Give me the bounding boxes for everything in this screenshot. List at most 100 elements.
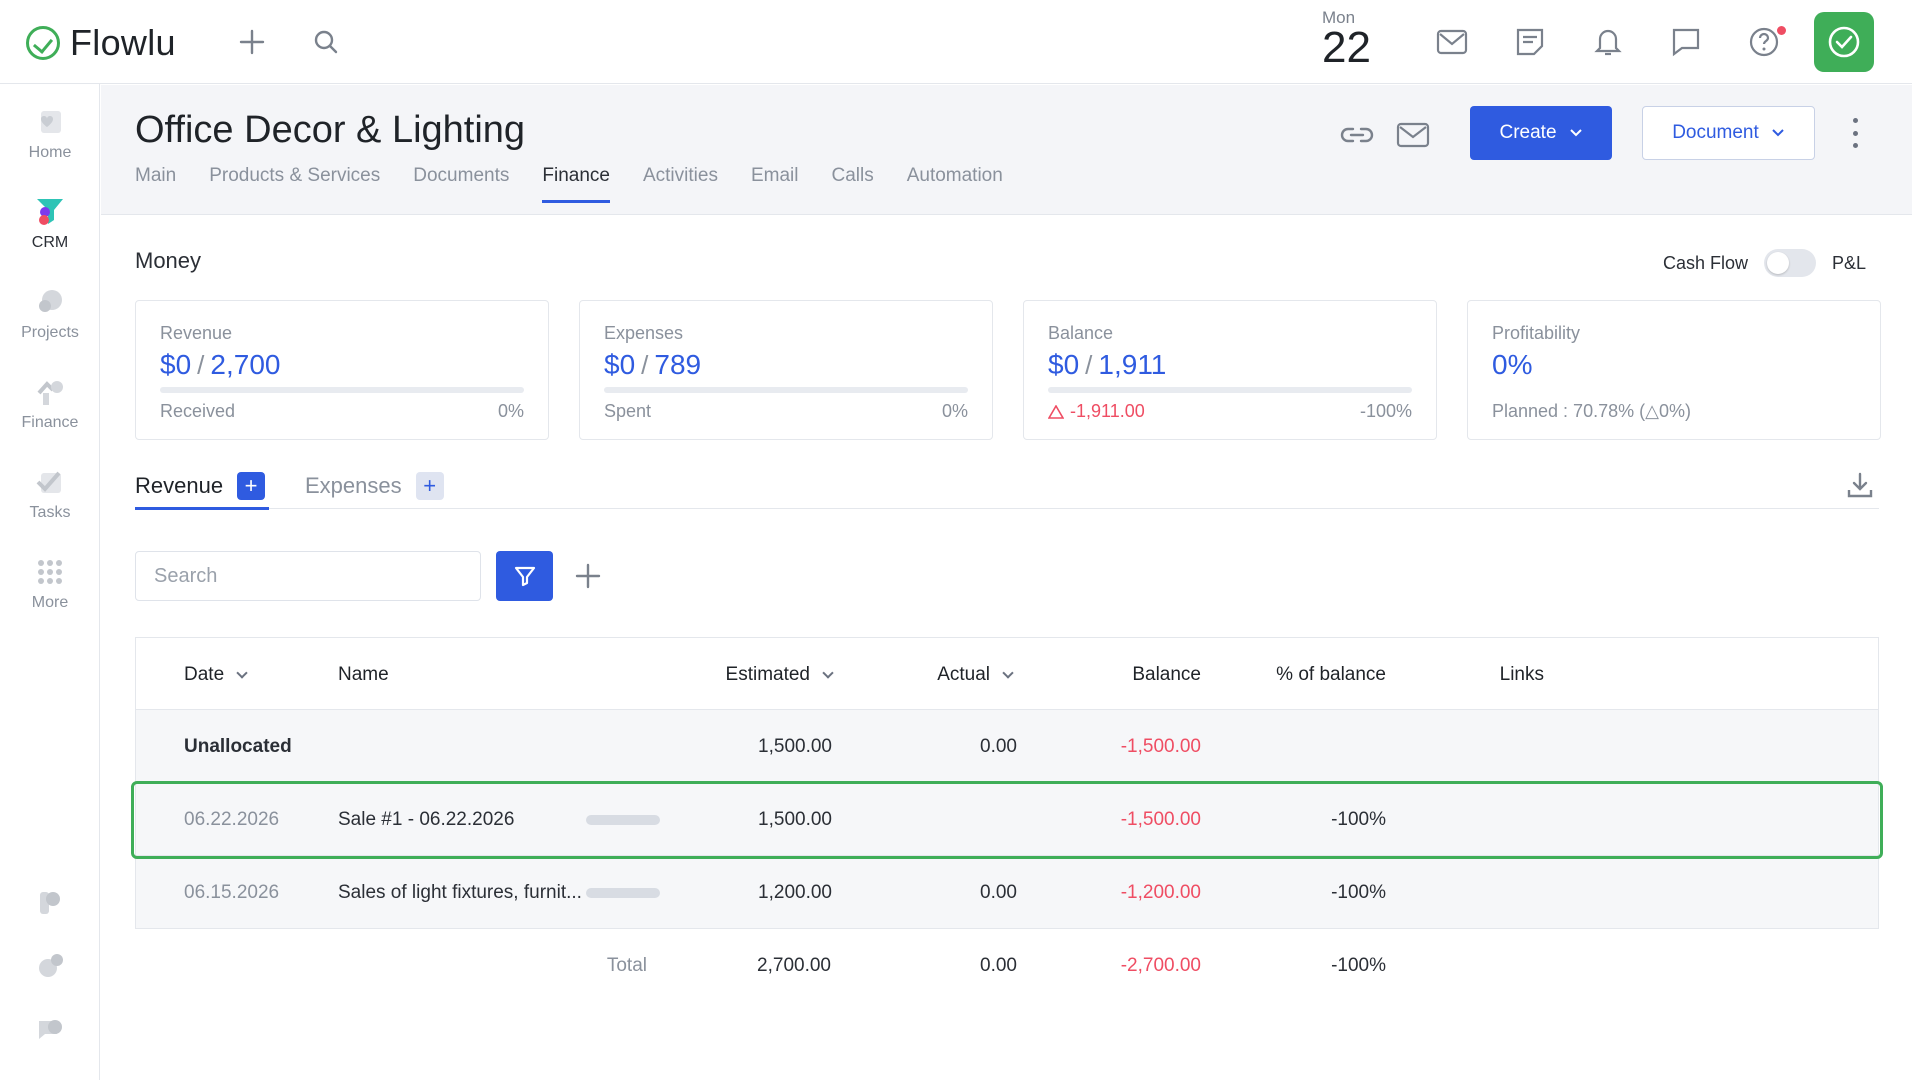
add-row-icon[interactable] (570, 558, 606, 594)
balance-delta: -1,911.00 (1070, 401, 1145, 421)
download-icon[interactable] (1845, 470, 1877, 502)
estimated-value: 1,500.00 (758, 735, 832, 757)
tab-main[interactable]: Main (135, 165, 176, 203)
flowlu-logo[interactable]: Flowlu (26, 22, 176, 64)
brand-name: Flowlu (70, 22, 176, 63)
chevron-down-icon (1569, 129, 1582, 137)
header-label: Balance (1132, 663, 1201, 685)
cashflow-pl-toggle[interactable] (1764, 249, 1817, 277)
percent-balance-value: -100% (1331, 808, 1386, 830)
toggle-label-pl: P&L (1832, 252, 1867, 273)
card-value-planned: 1,911 (1098, 349, 1167, 380)
subtab-expenses[interactable]: Expenses + (305, 469, 444, 509)
card-foot-label: Received (160, 401, 236, 421)
date-number: 22 (1322, 23, 1371, 72)
col-balance: Balance (1036, 638, 1201, 711)
sidebar-item-label: More (31, 594, 69, 611)
row-name[interactable]: Sales of light fixtures, furnit... (338, 856, 582, 929)
support-chat-icon (34, 1014, 66, 1046)
percent-balance-value: -100% (1331, 881, 1386, 903)
document-button[interactable]: Document (1642, 106, 1815, 160)
mail-icon[interactable] (1432, 22, 1472, 62)
sidebar-item-projects[interactable]: Projects (0, 286, 100, 342)
partner-icon (34, 886, 66, 918)
tab-documents[interactable]: Documents (413, 165, 509, 203)
sidebar-item-label: Projects (21, 324, 79, 341)
row-date: 06.22.2026 (184, 808, 280, 830)
finance-subtabs: Revenue + Expenses + (135, 469, 1879, 510)
sidebar-item-finance[interactable]: Finance (0, 376, 100, 432)
col-actual[interactable]: Actual (896, 638, 1014, 711)
card-label: Revenue (160, 323, 233, 343)
search-input[interactable]: Search (135, 551, 481, 601)
create-button-label: Create (1499, 122, 1557, 143)
sidebar-item-label: Home (28, 144, 72, 161)
tasks-icon (34, 466, 66, 498)
add-expense-icon[interactable]: + (415, 472, 444, 500)
actual-value: 0.00 (980, 735, 1017, 757)
table-row[interactable]: 06.22.2026 Sale #1 - 06.22.2026 1,500.00… (135, 783, 1879, 856)
card-foot-percent: 0% (941, 401, 968, 421)
sidebar-item-label: Tasks (29, 504, 71, 521)
sidebar-item-partner[interactable] (0, 886, 100, 924)
notes-icon[interactable] (1510, 22, 1550, 62)
card-label: Expenses (604, 323, 684, 343)
total-label: Total (606, 954, 647, 976)
table-row[interactable]: 06.15.2026 Sales of light fixtures, furn… (135, 856, 1879, 929)
chevron-down-icon (822, 666, 834, 679)
email-icon[interactable] (1391, 113, 1435, 157)
tab-automation[interactable]: Automation (907, 165, 1003, 203)
chat-icon[interactable] (1666, 22, 1706, 62)
notification-dot (1777, 26, 1786, 35)
tab-finance[interactable]: Finance (542, 165, 610, 203)
sidebar-item-crm[interactable]: CRM (0, 196, 100, 252)
card-foot-percent: 0% (497, 401, 524, 421)
filter-button[interactable] (496, 551, 553, 601)
date-widget[interactable]: Mon 22 (1322, 8, 1371, 70)
col-links: Links (1416, 638, 1544, 711)
total-row: Total 2,700.00 0.00 -2,700.00 -100% (135, 929, 1879, 1002)
card-value-actual: $0 (604, 349, 636, 380)
sidebar-item-support[interactable] (0, 1014, 100, 1052)
card-value-actual: $0 (1048, 349, 1080, 380)
row-progress-pill (586, 783, 660, 856)
chevron-down-icon (1772, 129, 1784, 137)
value-separator: / (641, 350, 649, 380)
tab-products-services[interactable]: Products & Services (209, 165, 380, 203)
estimated-value: 1,200.00 (758, 881, 832, 903)
sidebar-item-tasks[interactable]: Tasks (0, 466, 100, 522)
link-icon[interactable] (1335, 113, 1379, 157)
card-value-planned: 789 (654, 349, 702, 380)
subtab-label: Revenue (135, 473, 224, 498)
subtab-label: Expenses (305, 473, 402, 498)
progress-bar (160, 387, 524, 393)
value-separator: / (1085, 350, 1093, 380)
tab-activities[interactable]: Activities (643, 165, 718, 203)
col-date[interactable]: Date (184, 638, 248, 711)
sidebar-item-more[interactable]: More (0, 556, 100, 612)
card-value-planned: 2,700 (210, 349, 281, 380)
col-estimated[interactable]: Estimated (696, 638, 834, 711)
cashflow-pl-toggle-group: Cash Flow P&L (1663, 249, 1866, 277)
sidebar-item-home[interactable]: Home (0, 106, 100, 162)
warning-triangle-icon (1048, 404, 1064, 419)
task-check-button[interactable] (1814, 12, 1874, 72)
add-icon[interactable] (232, 22, 272, 62)
crm-funnel-icon (34, 196, 66, 228)
row-name[interactable]: Sale #1 - 06.22.2026 (338, 783, 514, 856)
add-revenue-icon[interactable]: + (237, 472, 266, 500)
gear-icon (34, 950, 66, 982)
subtab-revenue[interactable]: Revenue + (135, 469, 266, 509)
tab-calls[interactable]: Calls (831, 165, 873, 203)
page-header: Office Decor & Lighting Main Products & … (101, 85, 1912, 215)
progress-bar (1048, 387, 1412, 393)
page-title: Office Decor & Lighting (135, 109, 526, 151)
sidebar-item-settings[interactable] (0, 950, 100, 988)
header-label: Name (338, 663, 389, 685)
tab-email[interactable]: Email (751, 165, 799, 203)
create-button[interactable]: Create (1470, 106, 1612, 160)
col-name: Name (338, 638, 389, 711)
more-options-icon[interactable] (1845, 118, 1865, 148)
bell-icon[interactable] (1588, 22, 1628, 62)
search-icon[interactable] (306, 22, 346, 62)
